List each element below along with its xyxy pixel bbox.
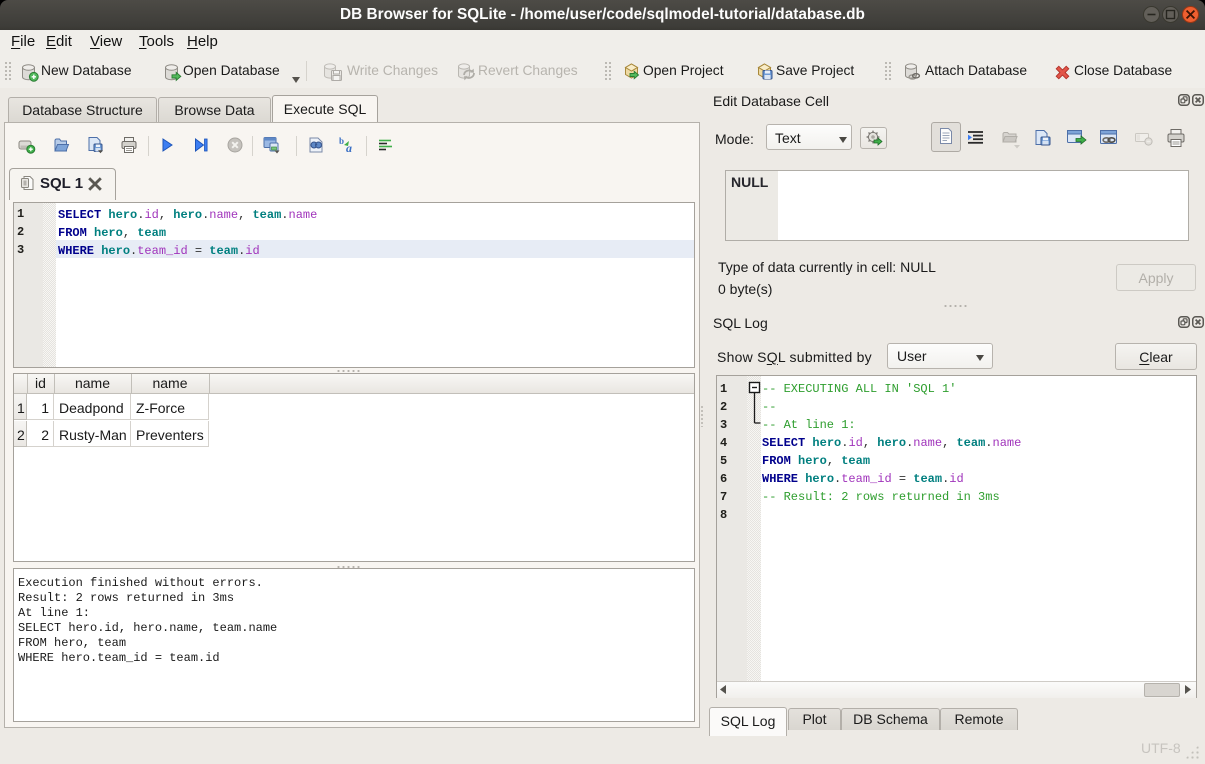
- svg-text:a: a: [346, 141, 352, 155]
- svg-text:b: b: [339, 136, 344, 146]
